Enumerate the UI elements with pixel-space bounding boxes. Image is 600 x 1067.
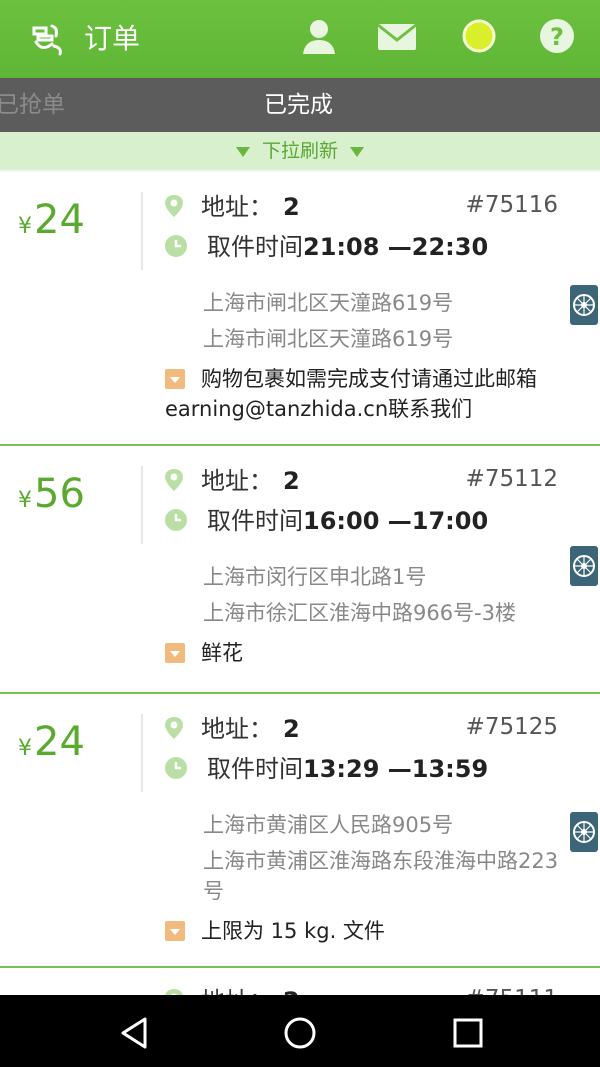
order-note: 鲜花	[165, 638, 565, 668]
tab-completed[interactable]: 已完成	[264, 78, 333, 132]
clock-icon	[165, 757, 187, 779]
pickup-time-row: 取件时间21:08 —22:30	[165, 230, 488, 264]
address-row: 地址：2	[165, 190, 300, 224]
delivery-address: 上海市闸北区天潼路619号	[203, 327, 454, 351]
delivery-address: 上海市徐汇区淮海中路966号-3楼	[203, 601, 517, 625]
wheel-icon	[573, 821, 595, 843]
address-row: 地址：2	[165, 712, 300, 746]
package-icon	[165, 643, 185, 663]
user-icon[interactable]	[298, 16, 340, 58]
mail-icon[interactable]	[376, 16, 418, 58]
delivery-address: 上海市黄浦区淮海路东段淮海中路223号	[203, 849, 559, 903]
wheel-icon	[573, 294, 595, 316]
pull-refresh-bar: 下拉刷新	[0, 132, 600, 170]
package-icon	[165, 921, 185, 941]
help-icon[interactable]: ?	[536, 16, 578, 58]
page-title: 订单	[84, 22, 141, 55]
order-list: ¥24 地址： 2 #75116 取件时间21:08 —22:30 上海市闸北区天…	[0, 172, 600, 1038]
system-nav-bar	[0, 995, 600, 1067]
pickup-address: 上海市黄浦区人民路905号	[203, 813, 454, 837]
order-number: #75116	[465, 192, 558, 218]
order-price: ¥24	[18, 197, 85, 243]
location-pin-icon	[165, 717, 183, 739]
clock-icon	[165, 235, 187, 257]
order-card[interactable]: ¥56 地址： 2 #75112 取件时间16:00 —17:00 上海市闵行区申…	[0, 446, 600, 694]
pickup-time-row: 取件时间16:00 —17:00	[165, 504, 488, 538]
home-icon[interactable]	[280, 1013, 320, 1053]
order-price: ¥56	[18, 471, 85, 517]
arrow-down-icon	[350, 146, 364, 157]
location-pin-icon	[165, 195, 183, 217]
clock-icon	[165, 509, 187, 531]
order-number: #75112	[465, 466, 558, 492]
location-pin-icon	[165, 469, 183, 491]
side-action-button[interactable]	[570, 285, 598, 325]
address-row: 地址：2	[165, 464, 300, 498]
tab-grabbed[interactable]: 已抢单	[0, 78, 65, 132]
side-action-button[interactable]	[570, 812, 598, 852]
pickup-time-row: 取件时间13:29 —13:59	[165, 752, 488, 786]
recents-icon[interactable]	[448, 1013, 488, 1053]
wheel-icon	[573, 555, 595, 577]
pull-refresh-label: 下拉刷新	[261, 140, 338, 162]
order-price: ¥24	[18, 719, 85, 765]
pickup-address: 上海市闵行区申北路1号	[203, 565, 427, 589]
pickup-address: 上海市闸北区天潼路619号	[203, 291, 454, 315]
app-logo-icon	[28, 20, 66, 58]
side-action-button[interactable]	[570, 546, 598, 586]
order-tabs: 已抢单 已完成	[0, 78, 600, 132]
svg-text:?: ?	[550, 23, 564, 51]
order-note: 购物包裹如需完成支付请通过此邮箱earning@tanzhida.cn联系我们	[165, 367, 537, 421]
arrow-down-icon	[235, 146, 250, 157]
package-icon	[165, 369, 185, 389]
order-note: 上限为 15 kg. 文件	[165, 916, 565, 946]
order-card[interactable]: ¥24 地址： 2 #75116 取件时间21:08 —22:30 上海市闸北区天…	[0, 172, 600, 446]
app-header: 订单 ?	[0, 0, 600, 78]
back-icon[interactable]	[115, 1013, 155, 1053]
order-card[interactable]: ¥24 地址： 2 #75125 取件时间13:29 —13:59 上海市黄浦区人…	[0, 694, 600, 968]
order-number: #75125	[465, 714, 558, 740]
status-dot-icon[interactable]	[458, 16, 500, 58]
